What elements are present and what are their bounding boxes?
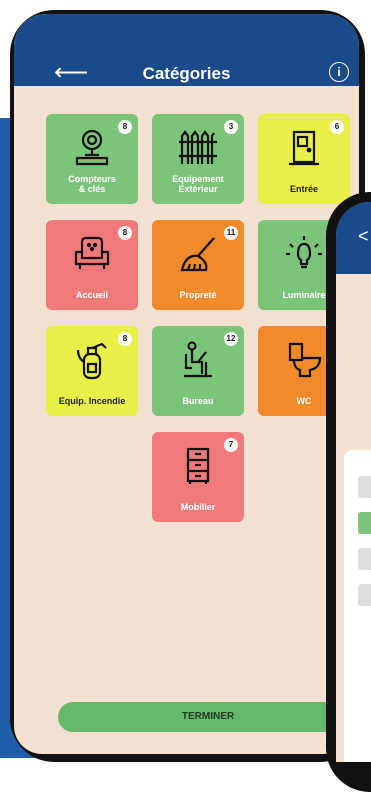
category-tile-equip-incendie[interactable]: 8 Equip. Incendie: [46, 326, 138, 416]
second-phone-panel: [344, 450, 371, 762]
second-phone-screen: <: [336, 202, 371, 762]
tile-label: Compteurs: [68, 174, 116, 184]
list-item-placeholder: [358, 476, 371, 498]
app-header: ⟵ Catégories i: [14, 14, 359, 86]
tile-label: Mobilier: [180, 502, 216, 512]
info-icon[interactable]: i: [329, 62, 349, 82]
category-tile-equipement-exterieur[interactable]: 3 Equipement Extérieur: [152, 114, 244, 204]
second-phone-header: <: [336, 202, 371, 274]
list-item-placeholder: [358, 584, 371, 606]
tile-label: Accueil: [75, 290, 108, 300]
armchair-icon: [46, 234, 138, 274]
tile-label: Equip. Incendie: [58, 396, 126, 406]
page-title: Catégories: [142, 64, 231, 83]
mop-icon: [152, 234, 244, 274]
category-tile-accueil[interactable]: 8 Accueil: [46, 220, 138, 310]
door-icon: [258, 128, 350, 168]
category-tile-bureau[interactable]: 12 Bureau: [152, 326, 244, 416]
extinguisher-icon: [46, 340, 138, 380]
terminer-button[interactable]: TERMINER: [58, 702, 358, 732]
list-item-placeholder: [358, 548, 371, 570]
desk-person-icon: [152, 340, 244, 380]
category-tile-mobilier[interactable]: 7 Mobilier: [152, 432, 244, 522]
tile-label-line2: Extérieur: [178, 184, 218, 194]
app-screen: ⟵ Catégories i 8 Compteurs & clés 3 Equi…: [14, 14, 359, 754]
tile-label: Entrée: [289, 184, 318, 194]
tile-label: Propreté: [179, 290, 217, 300]
back-arrow-icon-secondary: <: [358, 226, 369, 246]
category-tile-compteurs[interactable]: 8 Compteurs & clés: [46, 114, 138, 204]
fence-icon: [152, 128, 244, 168]
tile-label: Bureau: [182, 396, 214, 406]
cabinet-icon: [152, 446, 244, 486]
category-tile-entree[interactable]: 6 Entrée: [258, 114, 350, 204]
category-tile-proprete[interactable]: 11 Propreté: [152, 220, 244, 310]
tile-label-line2: & clés: [78, 184, 106, 194]
tile-label: Equipement: [172, 174, 224, 184]
list-item-placeholder: [358, 512, 371, 534]
meter-icon: [46, 128, 138, 168]
